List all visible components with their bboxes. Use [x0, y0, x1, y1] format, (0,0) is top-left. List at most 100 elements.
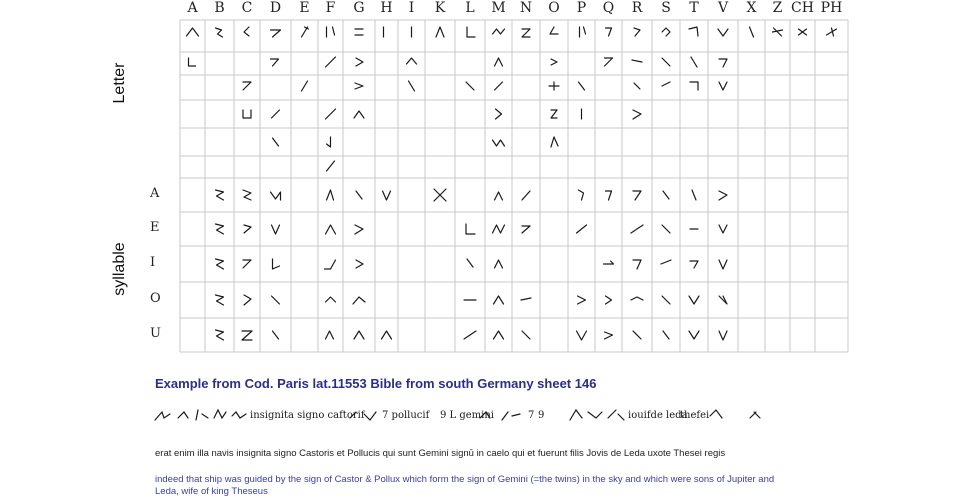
- tironian-note-glyph: [691, 189, 697, 201]
- tironian-note-glyph: [380, 330, 393, 340]
- tironian-note-glyph: [381, 190, 392, 201]
- tironian-note-glyph: [355, 57, 364, 67]
- column-header-s: S: [661, 0, 671, 16]
- tironian-note-glyph: [718, 81, 728, 91]
- tironian-note-glyph: [521, 330, 531, 340]
- tironian-note-glyph: [521, 225, 531, 234]
- tironian-note-glyph: [491, 224, 506, 234]
- column-header-m: M: [491, 0, 506, 16]
- tironian-note-glyph: [688, 330, 700, 340]
- tironian-note-glyph: [632, 259, 642, 270]
- tironian-note-glyph: [187, 57, 197, 67]
- tironian-note-glyph: [324, 330, 335, 340]
- syllable-row-header-o: O: [150, 291, 161, 306]
- tironian-note-glyph: [492, 295, 505, 305]
- tironian-note-glyph: [185, 27, 200, 37]
- tironian-note-glyph: [214, 329, 225, 341]
- tironian-note-glyph: [493, 81, 504, 91]
- tironian-note-glyph: [300, 80, 309, 92]
- tironian-note-glyph: [243, 294, 252, 306]
- tironian-note-glyph: [718, 295, 728, 305]
- tironian-note-glyph: [493, 191, 504, 201]
- column-header-k: K: [434, 0, 446, 16]
- tironian-note-glyph: [604, 295, 613, 305]
- tironian-note-glyph: [660, 259, 672, 265]
- tironian-note-glyph: [271, 330, 280, 340]
- tironian-note-glyph: [661, 295, 671, 305]
- tironian-note-glyph: [771, 27, 784, 37]
- tironian-note-glyph: [325, 160, 336, 172]
- tironian-note-glyph: [353, 330, 365, 340]
- tironian-note-glyph: [575, 224, 588, 234]
- column-header-z: Z: [772, 0, 783, 16]
- column-header-p: P: [576, 0, 587, 16]
- tironian-note-glyph: [631, 59, 643, 63]
- syllable-row-header-u: U: [150, 326, 161, 341]
- tironian-note-glyph: [243, 224, 252, 234]
- tironian-note-glyph: [325, 189, 335, 201]
- tironian-note-glyph: [550, 136, 559, 148]
- tironian-note-glyph: [633, 82, 641, 90]
- english-translation: indeed that ship was guided by the sign …: [155, 474, 775, 497]
- tironian-note-glyph: [242, 189, 252, 201]
- tironian-note-glyph: [632, 109, 642, 120]
- tironian-note-glyph: [604, 190, 613, 201]
- tironian-note-glyph: [688, 26, 699, 37]
- column-header-q: Q: [602, 0, 615, 16]
- latin-transcription: erat enim illa navis insignita signo Cas…: [155, 448, 726, 459]
- tironian-note-glyph: [463, 330, 477, 340]
- tironian-notes-sample: insignita signo caftorif 7 pollucif 9 L …: [154, 408, 761, 421]
- tironian-note-glyph: [632, 190, 642, 201]
- tironian-note-glyph: [214, 294, 225, 306]
- tironian-note-glyph: [241, 330, 253, 341]
- tironian-note-glyph: [466, 26, 476, 38]
- tironian-note-glyph: [324, 296, 337, 303]
- column-header-i: I: [408, 0, 415, 16]
- tironian-note-glyph: [242, 259, 252, 269]
- tironian-note-glyph: [717, 28, 729, 37]
- tironian-note-glyph: [661, 81, 671, 87]
- tironian-note-glyph: [661, 57, 671, 67]
- syllable-row-header-i: I: [150, 255, 156, 270]
- svg-text:iouifde leda: iouifde leda: [628, 410, 688, 421]
- tironian-note-glyph: [271, 258, 281, 270]
- column-header-n: N: [519, 0, 533, 16]
- tironian-note-glyph: [662, 330, 670, 340]
- tironian-note-glyph: [689, 260, 699, 269]
- tironian-note-glyph: [718, 190, 728, 201]
- column-header-c: C: [241, 0, 253, 16]
- syllable-row-header-e: E: [150, 220, 160, 235]
- tironian-note-glyph: [407, 80, 416, 92]
- tironian-note-glyph: [491, 28, 506, 35]
- tironian-note-glyph: [577, 81, 586, 91]
- tironian-note-glyph: [690, 56, 698, 68]
- tironian-note-glyph: [214, 189, 225, 201]
- column-header-a: A: [187, 0, 198, 16]
- tironian-note-glyph: [494, 108, 503, 120]
- svg-text:7 pollucif: 7 pollucif: [382, 410, 431, 421]
- tironian-note-glyph: [662, 190, 670, 200]
- tironian-note-glyph: [604, 27, 613, 37]
- tironian-note-glyph: [576, 295, 587, 305]
- tironian-note-glyph: [748, 26, 755, 38]
- tironian-note-glyph: [575, 330, 588, 341]
- tironian-note-glyph: [323, 259, 337, 270]
- column-header-t: T: [689, 0, 699, 16]
- tironian-note-glyph: [493, 57, 504, 67]
- syllable-row-label: syllable: [111, 242, 128, 296]
- tironian-note-glyph: [603, 331, 614, 340]
- tironian-note-glyph: [324, 224, 337, 235]
- tironian-note-glyph: [355, 190, 363, 200]
- tironian-note-glyph: [242, 109, 252, 119]
- column-header-x: X: [746, 0, 757, 16]
- tironian-note-glyph: [214, 27, 224, 38]
- tironian-note-glyph: [214, 223, 225, 235]
- column-header-d: D: [269, 0, 282, 16]
- tironian-note-glyph: [354, 28, 364, 36]
- tironian-note-glyph: [270, 109, 281, 119]
- tironian-note-glyph: [825, 27, 838, 37]
- tironian-note-glyph: [324, 56, 337, 68]
- tironian-note-glyph: [352, 296, 366, 305]
- column-header-ch: CH: [791, 0, 814, 16]
- tironian-note-glyph: [324, 108, 337, 120]
